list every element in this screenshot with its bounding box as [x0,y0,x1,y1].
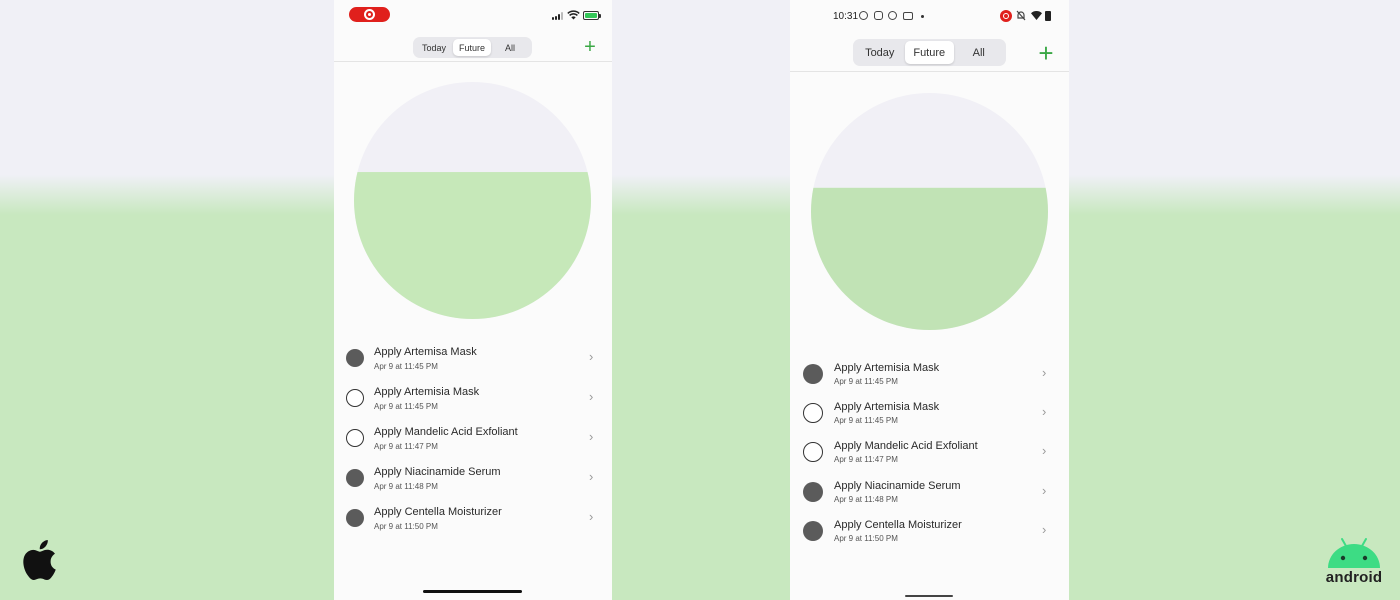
task-due-time: Apr 9 at 11:48 PM [374,482,438,491]
more-notifications-icon [921,15,924,18]
tab-future[interactable]: Future [904,41,954,64]
completion-toggle[interactable] [346,389,364,407]
completion-toggle[interactable] [346,349,364,367]
record-icon [859,11,868,20]
task-list: Apply Artemisa Mask Apr 9 at 11:45 PM › … [334,338,612,538]
completion-toggle[interactable] [803,442,823,463]
cellular-signal-icon [552,12,566,20]
task-title: Apply Centella Moisturizer [374,506,502,518]
completion-toggle[interactable] [346,509,364,527]
battery-icon [583,11,601,20]
date-filter-segmented-control: Today Future All [853,39,1006,66]
tab-today[interactable]: Today [415,39,453,56]
muted-bell-icon [1016,10,1026,21]
wifi-icon [1031,11,1042,20]
task-due-time: Apr 9 at 11:45 PM [834,377,898,386]
tab-future[interactable]: Future [453,39,491,56]
chevron-right-icon: › [589,349,594,364]
task-due-time: Apr 9 at 11:47 PM [374,442,438,451]
task-title: Apply Artemisia Mask [374,386,480,398]
list-item[interactable]: Apply Artemisia Mask Apr 9 at 11:45 PM › [790,354,1069,393]
task-list: Apply Artemisia Mask Apr 9 at 11:45 PM ›… [790,354,1069,550]
progress-completed-fill [811,187,1048,330]
chevron-right-icon: › [1042,443,1047,459]
battery-icon [1045,11,1051,21]
chevron-right-icon: › [1042,521,1047,537]
android-wordmark: android [1325,569,1383,586]
date-filter-segmented-control: Today Future All [413,37,532,58]
task-due-time: Apr 9 at 11:48 PM [834,494,898,504]
completion-toggle[interactable] [803,520,823,541]
chevron-right-icon: › [589,509,594,524]
chevron-right-icon: › [589,389,594,404]
progress-circle [811,93,1048,330]
list-item[interactable]: Apply Niacinamide Serum Apr 9 at 11:48 P… [334,458,612,498]
android-phone-screen: 10:31 Today Future All + Apply Artemisia… [790,0,1069,600]
completion-toggle[interactable] [346,429,364,447]
list-item[interactable]: Apply Artemisa Mask Apr 9 at 11:45 PM › [334,338,612,378]
list-item[interactable]: Apply Mandelic Acid Exfoliant Apr 9 at 1… [334,418,612,458]
apple-logo-icon [23,540,56,581]
task-title: Apply Artemisa Mask [374,346,477,358]
record-icon [888,11,897,20]
chevron-right-icon: › [1042,365,1047,380]
tab-all[interactable]: All [954,41,1004,64]
task-due-time: Apr 9 at 11:47 PM [834,455,898,465]
tab-today[interactable]: Today [855,41,905,64]
chevron-right-icon: › [589,469,594,484]
task-due-time: Apr 9 at 11:45 PM [374,362,438,371]
wifi-icon [567,10,580,20]
task-due-time: Apr 9 at 11:45 PM [834,416,898,426]
screen-recording-indicator[interactable] [349,7,390,22]
task-title: Apply Mandelic Acid Exfoliant [374,426,518,438]
task-due-time: Apr 9 at 11:50 PM [834,533,898,543]
list-item[interactable]: Apply Centella Moisturizer Apr 9 at 11:5… [790,511,1069,550]
task-title: Apply Niacinamide Serum [374,466,501,478]
list-item[interactable]: Apply Niacinamide Serum Apr 9 at 11:48 P… [790,472,1069,511]
add-task-button[interactable]: + [582,37,598,57]
task-title: Apply Mandelic Acid Exfoliant [834,440,978,453]
gesture-bar[interactable] [905,595,953,597]
chevron-right-icon: › [1042,404,1047,420]
task-due-time: Apr 9 at 11:50 PM [374,522,438,531]
screen-recording-indicator[interactable] [1000,10,1012,22]
ios-phone-screen: Today Future All + Apply Artemisa Mask A… [334,0,612,600]
list-item[interactable]: Apply Artemisia Mask Apr 9 at 11:45 PM › [334,378,612,418]
status-time: 10:31 [833,11,859,22]
tab-all[interactable]: All [491,39,529,56]
record-icon [364,9,375,20]
android-logo: android [1322,535,1386,587]
cast-icon [903,12,913,20]
android-robot-icon [1328,538,1380,568]
completion-toggle[interactable] [803,481,823,502]
add-task-button[interactable]: + [1035,40,1057,66]
home-indicator[interactable] [423,590,522,593]
header-divider [790,71,1069,72]
status-bar [334,0,612,28]
progress-circle [354,82,591,319]
task-due-time: Apr 9 at 11:45 PM [374,402,438,411]
list-item[interactable]: Apply Mandelic Acid Exfoliant Apr 9 at 1… [790,432,1069,471]
chevron-right-icon: › [589,429,594,444]
notification-icon [874,11,883,20]
task-title: Apply Artemisia Mask [834,401,940,414]
completion-toggle[interactable] [346,469,364,487]
completion-toggle[interactable] [803,364,823,384]
progress-completed-fill [354,172,591,319]
status-bar: 10:31 [790,0,1069,32]
task-title: Apply Centella Moisturizer [834,518,962,531]
list-item[interactable]: Apply Artemisia Mask Apr 9 at 11:45 PM › [790,393,1069,432]
task-title: Apply Artemisia Mask [834,362,940,374]
chevron-right-icon: › [1042,482,1047,498]
task-title: Apply Niacinamide Serum [834,479,961,492]
completion-toggle[interactable] [803,403,823,424]
header-divider [334,61,612,62]
list-item[interactable]: Apply Centella Moisturizer Apr 9 at 11:5… [334,498,612,538]
